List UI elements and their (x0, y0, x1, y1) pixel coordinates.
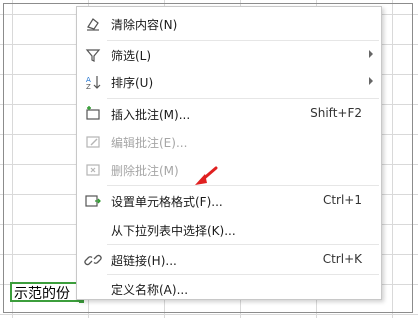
filter-icon (85, 49, 101, 62)
menu-item-insert-comment[interactable]: 插入批注(M)... Shift+F2 (78, 100, 380, 128)
menu-item-label: 排序(U) (111, 76, 154, 90)
shortcut-text: Ctrl+K (322, 252, 362, 266)
submenu-arrow-icon (369, 77, 373, 85)
menu-item-label: 编辑批注(E)... (111, 136, 188, 150)
menu-item-label: 超链接(H)... (111, 254, 177, 268)
edit-comment-icon (86, 136, 100, 148)
menu-item-label: 定义名称(A)... (111, 283, 189, 297)
svg-text:Z: Z (86, 83, 91, 91)
context-menu: 清除内容(N) 筛选(L) A Z 排序(U) 插入批注(M)... Shift… (76, 6, 382, 300)
menu-item-sort[interactable]: A Z 排序(U) (78, 68, 380, 96)
menu-item-label: 插入批注(M)... (111, 108, 191, 122)
menu-item-label: 设置单元格格式(F)... (111, 195, 223, 209)
menu-item-delete-comment: 删除批注(M) (78, 156, 380, 184)
menu-separator (107, 244, 379, 245)
menu-item-label: 删除批注(M) (111, 164, 179, 178)
shortcut-text: Ctrl+1 (322, 193, 362, 207)
submenu-arrow-icon (369, 50, 373, 58)
menu-item-format-cells[interactable]: 设置单元格格式(F)... Ctrl+1 (78, 187, 380, 215)
menu-item-label: 筛选(L) (111, 49, 152, 63)
menu-item-edit-comment: 编辑批注(E)... (78, 128, 380, 156)
annotation-arrow-icon (195, 166, 218, 185)
menu-item-hyperlink[interactable]: 超链接(H)... Ctrl+K (78, 246, 380, 274)
menu-item-filter[interactable]: 筛选(L) (78, 41, 380, 69)
menu-separator (107, 98, 379, 99)
menu-item-pick-from-list[interactable]: 从下拉列表中选择(K)... (78, 216, 380, 244)
sort-az-icon: A Z (86, 76, 101, 91)
menu-item-label: 清除内容(N) (111, 18, 178, 32)
menu-item-label: 从下拉列表中选择(K)... (111, 224, 236, 238)
active-cell-text: 示范的份 (14, 286, 70, 302)
format-cells-icon (85, 195, 101, 207)
link-icon (84, 254, 102, 266)
insert-comment-icon (86, 106, 100, 120)
menu-separator (107, 185, 379, 186)
menu-item-clear-contents[interactable]: 清除内容(N) (78, 10, 380, 38)
menu-item-define-name[interactable]: 定义名称(A)... (78, 275, 380, 303)
eraser-icon (87, 18, 99, 31)
delete-comment-icon (86, 164, 100, 176)
active-cell[interactable]: 示范的份 (10, 282, 82, 302)
shortcut-text: Shift+F2 (310, 106, 362, 120)
